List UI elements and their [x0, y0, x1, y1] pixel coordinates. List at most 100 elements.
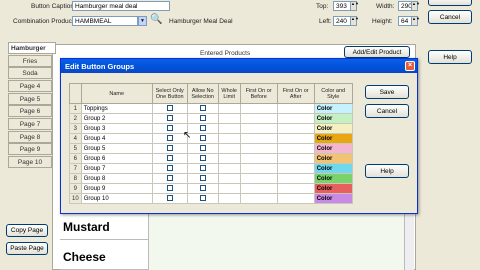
group-name-cell[interactable]: Group 5 — [80, 143, 153, 154]
paste-page-button[interactable]: Paste Page — [6, 242, 48, 255]
checkbox[interactable] — [166, 134, 173, 141]
first-before-cell[interactable] — [239, 163, 278, 174]
tab-page-5[interactable]: Page 5 — [8, 93, 52, 105]
checkbox[interactable] — [166, 174, 173, 181]
table-row[interactable]: 5 Group 5 Color — [69, 143, 353, 154]
save-button[interactable]: Save — [365, 85, 409, 99]
group-name-cell[interactable]: Group 8 — [80, 173, 153, 184]
dialog-help-button[interactable]: Help — [365, 164, 409, 178]
food-button-mustard[interactable]: Mustard — [60, 214, 148, 240]
checkbox[interactable] — [166, 154, 173, 161]
first-before-cell[interactable] — [239, 143, 278, 154]
checkbox[interactable] — [199, 144, 206, 151]
tab-page-7[interactable]: Page 7 — [8, 118, 52, 130]
color-style-cell[interactable]: Color — [313, 153, 353, 164]
top-spinner[interactable]: ▲▼ — [351, 1, 359, 11]
height-spinner[interactable]: ▲▼ — [412, 16, 420, 26]
table-row[interactable]: 1 Toppings Color — [69, 103, 353, 114]
search-icon[interactable]: 🔍 — [150, 14, 162, 25]
table-row[interactable]: 3 Group 3 Color — [69, 123, 353, 134]
whole-limit-cell[interactable] — [217, 153, 241, 164]
group-name-cell[interactable]: Toppings — [80, 103, 153, 114]
color-style-cell[interactable]: Color — [313, 173, 353, 184]
color-style-cell[interactable]: Color — [313, 103, 353, 114]
tab-page-8[interactable]: Page 8 — [8, 131, 52, 143]
checkbox[interactable] — [199, 124, 206, 131]
table-row[interactable]: 6 Group 6 Color — [69, 153, 353, 164]
first-after-cell[interactable] — [276, 173, 315, 184]
whole-limit-cell[interactable] — [217, 103, 241, 114]
combo-dropdown-icon[interactable]: ▼ — [138, 16, 147, 26]
color-style-cell[interactable]: Color — [313, 143, 353, 154]
color-style-cell[interactable]: Color — [313, 163, 353, 174]
color-style-cell[interactable]: Color — [313, 193, 353, 204]
table-row[interactable]: 9 Group 9 Color — [69, 183, 353, 194]
whole-limit-cell[interactable] — [217, 123, 241, 134]
checkbox[interactable] — [166, 194, 173, 201]
whole-limit-cell[interactable] — [217, 163, 241, 174]
table-row[interactable]: 10 Group 10 Color — [69, 193, 353, 204]
top-input[interactable]: 393 — [333, 1, 351, 11]
color-style-cell[interactable]: Color — [313, 113, 353, 124]
ok-button[interactable] — [428, 0, 472, 6]
group-name-cell[interactable]: Group 4 — [80, 133, 153, 144]
checkbox[interactable] — [199, 174, 206, 181]
checkbox[interactable] — [199, 184, 206, 191]
color-style-cell[interactable]: Color — [313, 133, 353, 144]
whole-limit-cell[interactable] — [217, 193, 241, 204]
first-before-cell[interactable] — [239, 153, 278, 164]
tab-fries[interactable]: Fries — [8, 55, 52, 67]
whole-limit-cell[interactable] — [217, 133, 241, 144]
first-after-cell[interactable] — [276, 133, 315, 144]
checkbox[interactable] — [199, 114, 206, 121]
checkbox[interactable] — [199, 134, 206, 141]
left-spinner[interactable]: ▲▼ — [351, 16, 359, 26]
first-after-cell[interactable] — [276, 123, 315, 134]
whole-limit-cell[interactable] — [217, 143, 241, 154]
group-name-cell[interactable]: Group 6 — [80, 153, 153, 164]
first-before-cell[interactable] — [239, 173, 278, 184]
first-after-cell[interactable] — [276, 113, 315, 124]
tab-page-4[interactable]: Page 4 — [8, 80, 52, 92]
first-after-cell[interactable] — [276, 143, 315, 154]
checkbox[interactable] — [166, 144, 173, 151]
first-after-cell[interactable] — [276, 163, 315, 174]
group-name-cell[interactable]: Group 10 — [80, 193, 153, 204]
dialog-cancel-button[interactable]: Cancel — [365, 104, 409, 118]
tab-page-6[interactable]: Page 6 — [8, 105, 52, 117]
checkbox[interactable] — [166, 104, 173, 111]
tab-hamburger[interactable]: Hamburger — [8, 42, 56, 54]
table-row[interactable]: 8 Group 8 Color — [69, 173, 353, 184]
checkbox[interactable] — [199, 164, 206, 171]
tab-page-9[interactable]: Page 9 — [8, 143, 52, 155]
first-after-cell[interactable] — [276, 103, 315, 114]
first-after-cell[interactable] — [276, 193, 315, 204]
tab-soda[interactable]: Soda — [8, 67, 52, 79]
tab-page-10[interactable]: Page 10 — [8, 156, 52, 168]
checkbox[interactable] — [199, 194, 206, 201]
width-spinner[interactable]: ▲▼ — [412, 1, 420, 11]
cancel-button[interactable]: Cancel — [428, 10, 472, 24]
first-before-cell[interactable] — [239, 133, 278, 144]
first-before-cell[interactable] — [239, 113, 278, 124]
caption-input[interactable]: Hamburger meal deal — [72, 1, 170, 11]
checkbox[interactable] — [166, 184, 173, 191]
table-row[interactable]: 2 Group 2 Color — [69, 113, 353, 124]
first-before-cell[interactable] — [239, 103, 278, 114]
first-before-cell[interactable] — [239, 183, 278, 194]
height-input[interactable]: 64 — [398, 16, 412, 26]
color-style-cell[interactable]: Color — [313, 183, 353, 194]
whole-limit-cell[interactable] — [217, 173, 241, 184]
add-edit-product-button[interactable]: Add/Edit Product — [344, 46, 410, 58]
vertical-scrollbar[interactable] — [404, 212, 414, 270]
whole-limit-cell[interactable] — [217, 113, 241, 124]
checkbox[interactable] — [199, 104, 206, 111]
table-row[interactable]: 7 Group 7 Color — [69, 163, 353, 174]
group-name-cell[interactable]: Group 9 — [80, 183, 153, 194]
group-name-cell[interactable]: Group 3 — [80, 123, 153, 134]
group-name-cell[interactable]: Group 7 — [80, 163, 153, 174]
food-button-cheese[interactable]: Cheese — [60, 244, 148, 270]
first-before-cell[interactable] — [239, 193, 278, 204]
first-after-cell[interactable] — [276, 183, 315, 194]
checkbox[interactable] — [166, 114, 173, 121]
